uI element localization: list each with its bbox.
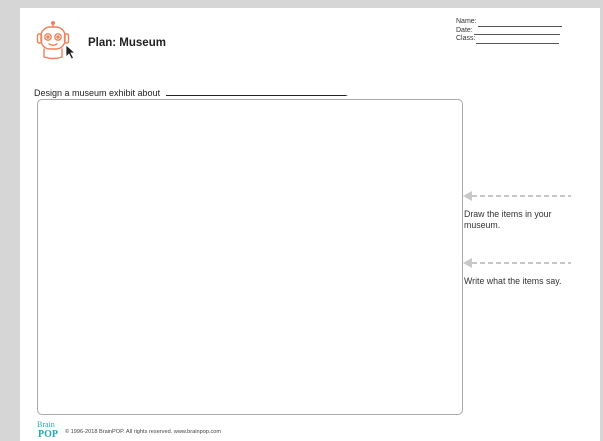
write-instruction: Write what the items say. bbox=[464, 276, 562, 286]
page-title: Plan: Museum bbox=[88, 37, 166, 49]
cursor-arrow-icon bbox=[65, 44, 77, 60]
left-arrow-icon bbox=[463, 258, 571, 268]
class-field[interactable]: Class: bbox=[456, 35, 562, 44]
svg-text:Brain: Brain bbox=[37, 420, 55, 429]
student-info-fields: Name: Date: Class: bbox=[456, 18, 562, 44]
brainpop-logo-icon: Brain POP bbox=[37, 420, 58, 440]
exhibit-prompt: Design a museum exhibit about . bbox=[34, 87, 348, 98]
topic-blank-line[interactable] bbox=[165, 87, 346, 96]
worksheet-page: Plan: Museum Name: Date: Class: Design a… bbox=[20, 8, 600, 441]
left-arrow-icon bbox=[463, 191, 571, 201]
class-label: Class: bbox=[456, 35, 476, 42]
date-line bbox=[473, 28, 560, 35]
prompt-period: . bbox=[345, 88, 349, 98]
name-label: Name: bbox=[456, 18, 477, 25]
prompt-text: Design a museum exhibit about bbox=[34, 88, 161, 98]
svg-text:POP: POP bbox=[38, 429, 58, 440]
name-line bbox=[477, 20, 562, 27]
date-label: Date: bbox=[456, 26, 473, 34]
class-line bbox=[476, 37, 560, 44]
drawing-area[interactable] bbox=[37, 99, 463, 415]
name-field[interactable]: Name: bbox=[456, 18, 562, 27]
date-field[interactable]: Date: bbox=[456, 26, 562, 35]
copyright-notice: © 1996-2018 BrainPOP. All rights reserve… bbox=[65, 429, 222, 435]
draw-instruction: Draw the items in your museum. bbox=[464, 209, 552, 230]
